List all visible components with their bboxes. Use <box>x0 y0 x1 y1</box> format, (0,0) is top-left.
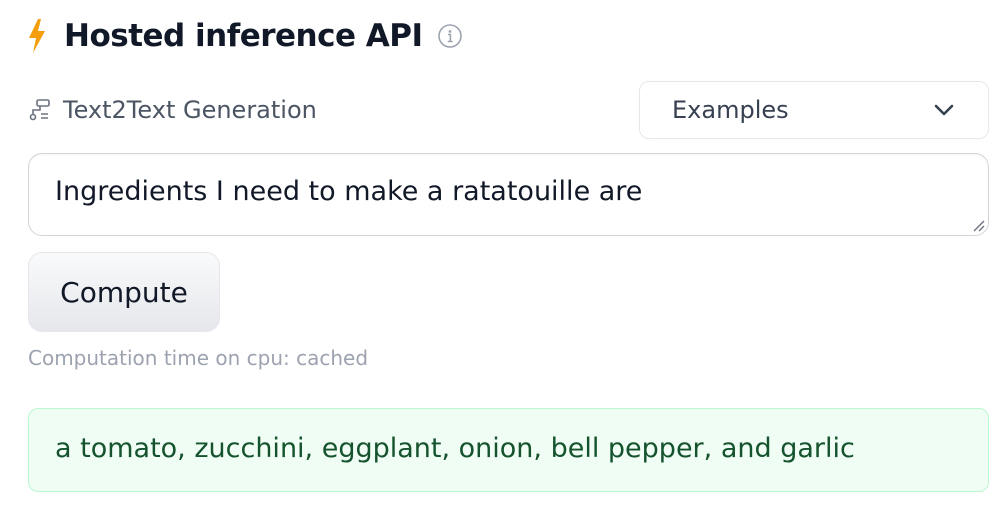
inference-widget: Hosted inference API Text2Text Generatio… <box>0 0 1002 506</box>
widget-header: Hosted inference API <box>26 14 463 58</box>
output-panel: a tomato, zucchini, eggplant, onion, bel… <box>28 408 989 492</box>
lightning-bolt-icon <box>26 18 48 54</box>
prompt-input[interactable]: Ingredients I need to make a ratatouille… <box>28 153 989 236</box>
output-text: a tomato, zucchini, eggplant, onion, bel… <box>55 433 855 464</box>
examples-dropdown[interactable]: Examples <box>639 81 989 139</box>
page-title: Hosted inference API <box>64 18 423 54</box>
resize-handle-icon[interactable] <box>968 215 986 233</box>
info-icon[interactable] <box>437 23 463 49</box>
compute-button[interactable]: Compute <box>28 252 220 332</box>
computation-time: Computation time on cpu: cached <box>28 346 369 370</box>
chevron-down-icon <box>932 98 956 122</box>
text2text-task-icon <box>29 98 53 122</box>
task-label: Text2Text Generation <box>63 96 317 124</box>
examples-label: Examples <box>672 96 789 124</box>
prompt-input-value: Ingredients I need to make a ratatouille… <box>55 176 643 207</box>
task-type: Text2Text Generation <box>29 92 317 128</box>
